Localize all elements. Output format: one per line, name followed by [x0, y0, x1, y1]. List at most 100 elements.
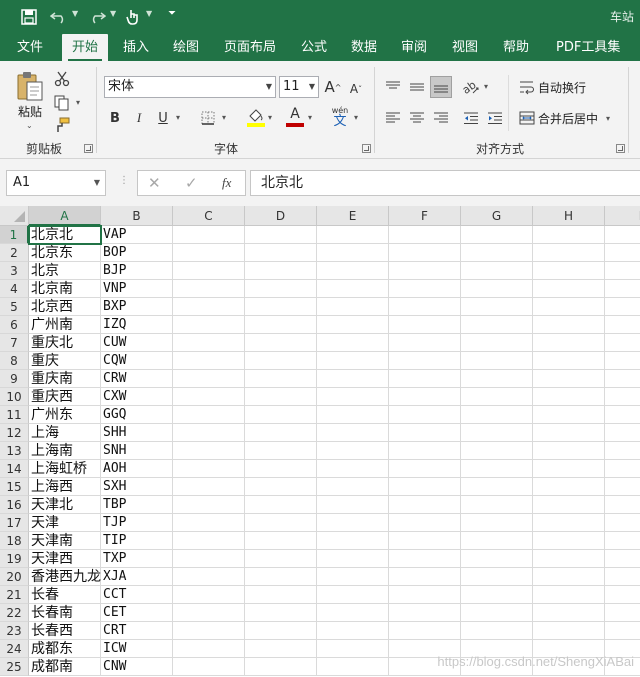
cell[interactable]: [317, 334, 389, 352]
cell[interactable]: [245, 496, 317, 514]
cell[interactable]: [173, 370, 245, 388]
column-header-b[interactable]: B: [101, 206, 173, 226]
touch-dropdown-icon[interactable]: ▼: [146, 9, 152, 18]
row-header[interactable]: 16: [0, 496, 29, 514]
cell[interactable]: [461, 370, 533, 388]
underline-button[interactable]: U: [154, 108, 172, 128]
cell[interactable]: [245, 244, 317, 262]
cell[interactable]: [245, 406, 317, 424]
cell[interactable]: [389, 532, 461, 550]
cell[interactable]: [389, 622, 461, 640]
cell[interactable]: CUW: [101, 334, 173, 352]
row-header[interactable]: 14: [0, 460, 29, 478]
cell[interactable]: [461, 298, 533, 316]
cell[interactable]: [173, 226, 245, 244]
cell[interactable]: [605, 460, 640, 478]
cell[interactable]: TJP: [101, 514, 173, 532]
cell[interactable]: [317, 406, 389, 424]
cell[interactable]: [389, 316, 461, 334]
cell[interactable]: [389, 478, 461, 496]
cell[interactable]: 重庆西: [29, 388, 101, 406]
column-header-d[interactable]: D: [245, 206, 317, 226]
cell[interactable]: 上海南: [29, 442, 101, 460]
column-header-g[interactable]: G: [461, 206, 533, 226]
borders-dropdown-icon[interactable]: ▾: [222, 113, 226, 122]
cell[interactable]: [605, 244, 640, 262]
cell[interactable]: [389, 442, 461, 460]
cell[interactable]: [317, 658, 389, 676]
cell[interactable]: [389, 586, 461, 604]
wrap-text-button[interactable]: 自动换行: [538, 79, 586, 96]
row-header[interactable]: 24: [0, 640, 29, 658]
cell[interactable]: [173, 568, 245, 586]
cell[interactable]: 上海虹桥: [29, 460, 101, 478]
cell[interactable]: 成都东: [29, 640, 101, 658]
cell[interactable]: 天津北: [29, 496, 101, 514]
cell[interactable]: CCT: [101, 586, 173, 604]
font-launcher-icon[interactable]: [362, 144, 371, 153]
copy-icon[interactable]: [52, 93, 72, 113]
cell[interactable]: [389, 514, 461, 532]
cell[interactable]: [389, 280, 461, 298]
cell[interactable]: [461, 604, 533, 622]
cell[interactable]: [173, 496, 245, 514]
row-header[interactable]: 19: [0, 550, 29, 568]
fill-color-icon[interactable]: [244, 106, 268, 128]
redo-icon[interactable]: [86, 6, 108, 28]
cell[interactable]: [173, 316, 245, 334]
cell[interactable]: [533, 298, 605, 316]
cell[interactable]: 长春西: [29, 622, 101, 640]
cell[interactable]: 北京东: [29, 244, 101, 262]
column-header-c[interactable]: C: [173, 206, 245, 226]
tab-home[interactable]: 开始: [62, 34, 108, 61]
cell[interactable]: 天津西: [29, 550, 101, 568]
cell[interactable]: [245, 352, 317, 370]
cell[interactable]: [605, 532, 640, 550]
cell[interactable]: 北京南: [29, 280, 101, 298]
cell[interactable]: [461, 226, 533, 244]
cell[interactable]: [461, 262, 533, 280]
cell[interactable]: [533, 478, 605, 496]
cell[interactable]: [317, 550, 389, 568]
column-header-f[interactable]: F: [389, 206, 461, 226]
cell[interactable]: [533, 316, 605, 334]
cell[interactable]: 天津: [29, 514, 101, 532]
align-left-icon[interactable]: [382, 107, 404, 129]
borders-icon[interactable]: [198, 108, 218, 128]
cell[interactable]: [173, 244, 245, 262]
align-right-icon[interactable]: [430, 107, 452, 129]
cell[interactable]: SXH: [101, 478, 173, 496]
cell[interactable]: [173, 298, 245, 316]
font-color-dropdown-icon[interactable]: ▾: [308, 113, 312, 122]
cell[interactable]: [317, 424, 389, 442]
cell[interactable]: [389, 604, 461, 622]
tab-view[interactable]: 视图: [443, 34, 487, 61]
merge-center-button[interactable]: 合并后居中: [538, 110, 598, 127]
format-painter-icon[interactable]: [52, 115, 72, 135]
tab-formulas[interactable]: 公式: [292, 34, 336, 61]
column-header-i[interactable]: I: [605, 206, 640, 226]
cell[interactable]: [245, 514, 317, 532]
cell[interactable]: 广州东: [29, 406, 101, 424]
cell[interactable]: [461, 532, 533, 550]
cell[interactable]: [173, 514, 245, 532]
cell[interactable]: [245, 478, 317, 496]
cell[interactable]: BXP: [101, 298, 173, 316]
cell[interactable]: [605, 298, 640, 316]
cell[interactable]: [389, 568, 461, 586]
tab-data[interactable]: 数据: [342, 34, 386, 61]
cell[interactable]: [173, 352, 245, 370]
cell[interactable]: [605, 586, 640, 604]
splitter-dots-icon[interactable]: ⋮: [119, 175, 129, 186]
cell[interactable]: [245, 280, 317, 298]
cell[interactable]: [173, 334, 245, 352]
save-icon[interactable]: [18, 6, 40, 28]
cell[interactable]: [317, 370, 389, 388]
alignment-launcher-icon[interactable]: [616, 144, 625, 153]
decrease-indent-icon[interactable]: [460, 107, 482, 129]
cell[interactable]: [605, 262, 640, 280]
cell[interactable]: [605, 622, 640, 640]
cell[interactable]: [389, 424, 461, 442]
cell[interactable]: 北京: [29, 262, 101, 280]
cell[interactable]: [245, 442, 317, 460]
